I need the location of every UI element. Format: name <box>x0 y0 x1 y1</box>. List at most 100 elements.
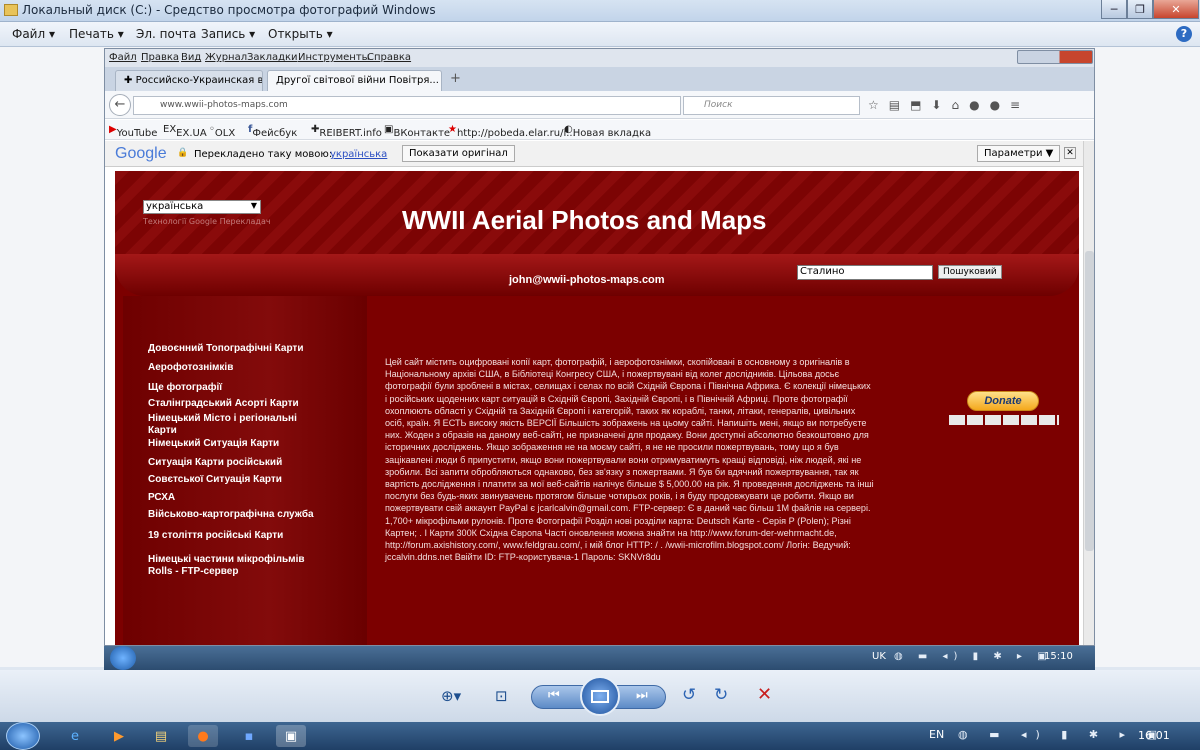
viewer-controls: ⊕▾ ⊡ ⏮ ⏭ ↺ ↻ ✕ <box>0 670 1200 722</box>
scroll-thumb[interactable] <box>1085 251 1094 551</box>
viewer-titlebar: Локальный диск (C:) - Средство просмотра… <box>0 0 1200 22</box>
chevron-down-icon: ▼ <box>250 201 257 210</box>
google-logo: Google <box>115 145 167 162</box>
nav-link[interactable]: 19 століття російські Карти <box>148 530 318 542</box>
save-icon[interactable]: ▪ <box>234 725 264 747</box>
tab-active[interactable]: Другої світової війни Повітря... ✕ <box>267 70 442 91</box>
next-icon[interactable]: ⏭ <box>636 688 648 703</box>
tray-icons[interactable]: ◍ ▬ ◂) ▮ ✱ ▸ ▣ <box>958 728 1166 741</box>
window-title: Локальный диск (C:) - Средство просмотра… <box>22 3 436 17</box>
search-input[interactable]: Поиск <box>683 96 860 115</box>
nav-link[interactable]: Совєтської Ситуація Карти <box>148 474 318 486</box>
ff-menu-edit[interactable]: Правка <box>141 52 179 63</box>
bookmark-facebook[interactable]: f Фейсбук <box>248 124 297 139</box>
browser-scrollbar[interactable] <box>1083 141 1094 645</box>
bookmark-label: YouTube <box>116 128 158 139</box>
nav-link[interactable]: Німецький Місто і регіональні Карти <box>148 413 318 437</box>
menu-burn[interactable]: Запись ▾ <box>201 27 255 41</box>
delete-icon[interactable]: ✕ <box>757 684 772 705</box>
firefox-icon[interactable]: ● <box>188 725 218 747</box>
bookmark-youtube[interactable]: ▶ YouTube <box>109 124 157 139</box>
nav-link[interactable]: Німецькі частини мікрофільмів Rolls - FT… <box>148 554 318 578</box>
bookmark-label: OLX <box>214 128 236 139</box>
nav-link[interactable]: Ситуація Карти російський <box>148 457 318 469</box>
ie-icon[interactable]: e <box>60 725 90 747</box>
url-input[interactable]: www.wwii-photos-maps.com <box>133 96 681 115</box>
photo-viewer-icon[interactable]: ▣ <box>276 725 306 747</box>
bookmark-pobeda[interactable]: ★ http://pobeda.elar.ru/i... <box>448 124 576 139</box>
zoom-icon[interactable]: ⊕▾ <box>441 687 461 705</box>
menu-print[interactable]: Печать ▾ <box>69 27 124 41</box>
close-translate-icon[interactable]: ✕ <box>1064 147 1076 159</box>
browser-navbar: ← www.wwii-photos-maps.com Поиск ☆▤⬒⬇⌂●●… <box>105 91 1094 119</box>
slideshow-icon <box>591 689 609 703</box>
ff-menu-bookmarks[interactable]: Закладки <box>247 52 298 63</box>
bookmark-vk[interactable]: ▣ ВКонтакте <box>384 124 450 139</box>
site-language-label: українська <box>146 201 204 212</box>
ff-menu-view[interactable]: Вид <box>181 52 201 63</box>
ff-window-controls[interactable] <box>1017 50 1093 64</box>
maximize-button[interactable]: ❐ <box>1127 0 1153 19</box>
explorer-icon[interactable]: ▤ <box>146 725 176 747</box>
start-orb-icon[interactable] <box>110 646 136 670</box>
nav-link[interactable]: Військово-картографічна служба <box>148 509 318 521</box>
nav-link[interactable]: Довоєнний Топографічні Карти <box>148 343 318 355</box>
tab-inactive[interactable]: ✚ Российско-Украинская в... <box>115 70 263 91</box>
powered-by-google: Технології Google Перекладач <box>143 217 271 226</box>
new-tab-icon[interactable]: + <box>450 71 461 86</box>
media-player-icon[interactable]: ▶ <box>104 725 134 747</box>
previous-icon[interactable]: ⏮ <box>548 688 560 703</box>
ff-menu-help[interactable]: Справка <box>367 52 411 63</box>
show-original-button[interactable]: Показати оригінал <box>402 145 515 162</box>
browser-tabstrip: ✚ Российско-Украинская в... Другої світо… <box>105 67 1094 91</box>
toolbar-icons[interactable]: ☆▤⬒⬇⌂●●≡ <box>868 98 1030 112</box>
tab-label: Другої світової війни Повітря... <box>276 75 439 86</box>
tab-label: Российско-Украинская в... <box>135 75 263 86</box>
browser-menubar: Файл Правка Вид Журнал Закладки Инструме… <box>105 49 1094 67</box>
donate-button[interactable]: Donate <box>967 391 1039 411</box>
inner-clock: 15:10 <box>1044 651 1073 662</box>
bookmark-newtab[interactable]: ◐ Новая вкладка <box>564 124 651 139</box>
site-search-input[interactable]: Сталино <box>797 265 933 280</box>
menu-file[interactable]: Файл ▾ <box>12 27 55 41</box>
site-body-text: Цей сайт містить оцифровані копії карт, … <box>385 357 874 563</box>
inner-lang: UK <box>872 651 886 662</box>
rotate-left-icon[interactable]: ↺ <box>682 685 696 705</box>
nav-link[interactable]: Сталінградський Асорті Карти <box>148 398 318 410</box>
site-title: WWII Aerial Photos and Maps <box>402 205 767 235</box>
bookmark-exua[interactable]: EX EX.UA <box>163 124 207 139</box>
nav-link[interactable]: Ще фотографії <box>148 382 318 394</box>
site-language-select[interactable]: українська ▼ <box>143 200 261 214</box>
taskbar: e ▶ ▤ ● ▪ ▣ EN ◍ ▬ ◂) ▮ ✱ ▸ ▣ 16:01 <box>0 722 1200 750</box>
nav-link[interactable]: Німецький Ситуація Карти <box>148 438 318 450</box>
rotate-right-icon[interactable]: ↻ <box>714 685 728 705</box>
bookmark-reibert[interactable]: ✚ REIBERT.info <box>311 124 382 139</box>
ff-menu-tools[interactable]: Инструменты <box>298 52 370 63</box>
back-icon[interactable]: ← <box>109 94 131 116</box>
translate-bar: Google 🔒 Перекладено таку мовою: українс… <box>105 141 1094 167</box>
help-icon[interactable]: ? <box>1176 26 1192 42</box>
bookmark-label: REIBERT.info <box>319 128 382 139</box>
options-button[interactable]: Параметри ▼ <box>977 145 1061 162</box>
nav-link[interactable]: Аерофотознімків <box>148 362 318 374</box>
language-indicator[interactable]: EN <box>929 728 944 741</box>
site-search-button[interactable]: Пошуковий <box>938 265 1002 279</box>
ff-menu-history[interactable]: Журнал <box>205 52 247 63</box>
bookmark-olx[interactable]: ◦ OLX <box>209 124 235 139</box>
bookmark-label: Фейсбук <box>252 128 298 139</box>
clock[interactable]: 16:01 <box>1138 729 1170 742</box>
site-sidebar: Довоєнний Топографічні Карти Аерофотозні… <box>123 296 367 645</box>
slideshow-button[interactable] <box>580 676 620 716</box>
start-button[interactable] <box>6 722 40 750</box>
menu-open[interactable]: Открыть ▾ <box>268 27 333 41</box>
fit-window-icon[interactable]: ⊡ <box>495 687 508 705</box>
language-select[interactable]: українська <box>330 149 387 160</box>
minimize-button[interactable]: ─ <box>1101 0 1127 19</box>
bookmark-label: http://pobeda.elar.ru/i... <box>456 128 576 139</box>
site-email[interactable]: john@wwii-photos-maps.com <box>509 274 665 286</box>
close-button[interactable]: ✕ <box>1153 0 1199 19</box>
ff-menu-file[interactable]: Файл <box>109 52 137 63</box>
inner-taskbar: ◍ ▬ ◂) ▮ ✱ ▸ ▣ UK 15:10 <box>104 646 1095 670</box>
menu-email[interactable]: Эл. почта <box>136 27 196 41</box>
nav-link[interactable]: РСХА <box>148 492 318 504</box>
